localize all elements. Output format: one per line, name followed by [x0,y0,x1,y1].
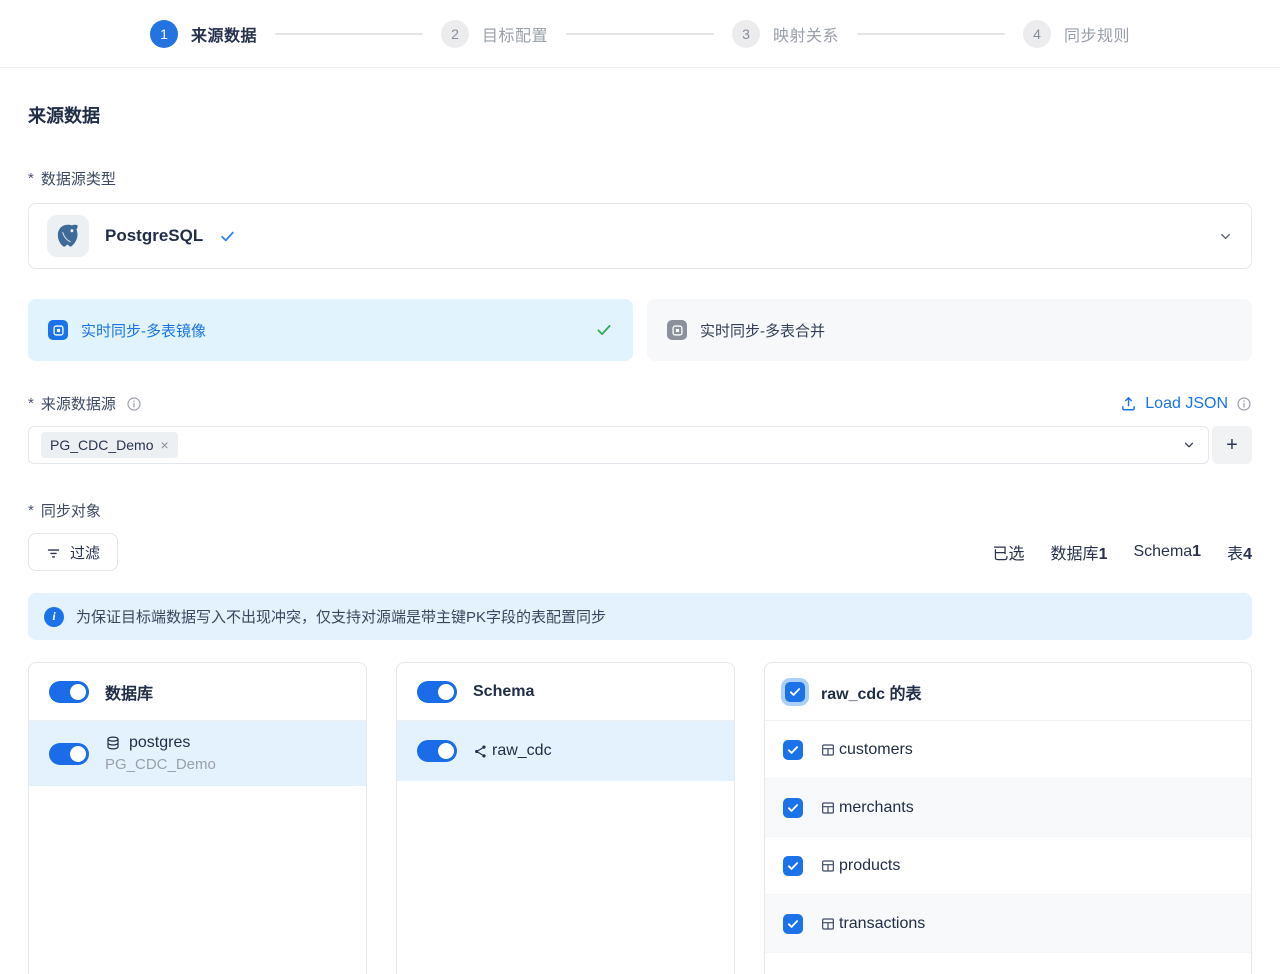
toggle-knob [438,684,454,700]
schema-row-raw-cdc[interactable]: raw_cdc [397,721,734,781]
table-checkbox[interactable] [783,914,803,934]
table-row-transactions[interactable]: transactions [765,895,1251,953]
required-mark: * [28,170,34,187]
step-number: 4 [1023,20,1051,48]
sync-mode-merge-card[interactable]: 实时同步-多表合并 [647,299,1252,361]
toggle-knob [70,684,86,700]
database-column: 数据库 postgres PG_CDC_Demo [28,662,367,974]
tables-all-checkbox[interactable] [785,682,805,702]
summary-schema-count: Schema1 [1133,543,1201,561]
database-toggle[interactable] [49,743,89,765]
required-mark: * [28,395,34,412]
load-json-button[interactable]: Load JSON [1120,395,1252,413]
merge-mode-icon [667,320,687,340]
table-icon [820,800,836,816]
step-number: 1 [150,20,178,48]
filter-button[interactable]: 过滤 [28,533,118,571]
table-name-text: merchants [839,799,914,817]
step-label: 目标配置 [482,22,548,46]
table-checkbox[interactable] [783,740,803,760]
table-name-text: transactions [839,915,925,933]
summary-prefix: 已选 [993,540,1025,564]
tag-remove-icon[interactable]: × [160,437,168,453]
sync-mode-label: 实时同步-多表合并 [700,320,825,341]
chevron-down-icon [1182,438,1196,452]
datasource-tag: PG_CDC_Demo × [41,432,178,458]
summary-table-count: 表4 [1227,540,1252,564]
step-connector [857,33,1005,35]
source-datasource-select[interactable]: PG_CDC_Demo × [28,426,1209,464]
tables-column: raw_cdc 的表 customers [764,662,1252,974]
schema-icon [473,744,488,759]
table-icon [820,858,836,874]
step-connector [566,33,714,35]
datasource-type-name: PostgreSQL [105,226,203,246]
source-datasource-label: * 来源数据源 [28,393,142,414]
step-sync-rules[interactable]: 4 同步规则 [1023,20,1130,48]
step-label: 来源数据 [191,22,257,46]
table-row-customers[interactable]: customers [765,721,1251,779]
sync-mode-cards: 实时同步-多表镜像 实时同步-多表合并 [28,299,1252,361]
add-datasource-button[interactable]: + [1212,426,1252,464]
sync-mode-label: 实时同步-多表镜像 [81,320,206,341]
page-title: 来源数据 [28,102,1252,128]
database-column-header: 数据库 [29,663,366,721]
datasource-type-select[interactable]: PostgreSQL [28,203,1252,269]
notice-text: 为保证目标端数据写入不出现冲突，仅支持对源端是带主键PK字段的表配置同步 [76,606,606,627]
database-name: postgres [129,734,190,752]
schema-all-toggle[interactable] [417,681,457,703]
table-icon [820,742,836,758]
step-mapping[interactable]: 3 映射关系 [732,20,839,48]
table-row-merchants[interactable]: merchants [765,779,1251,837]
schema-column-header: Schema [397,663,734,721]
step-label: 同步规则 [1064,22,1130,46]
tables-column-title: raw_cdc 的表 [821,680,922,704]
info-icon[interactable] [1236,396,1252,412]
summary-database-count: 数据库1 [1051,540,1108,564]
info-icon[interactable] [126,396,142,412]
table-checkbox[interactable] [783,798,803,818]
filter-label: 过滤 [70,542,100,563]
load-json-label: Load JSON [1145,395,1228,413]
step-target-config[interactable]: 2 目标配置 [441,20,548,48]
pk-requirement-notice: i 为保证目标端数据写入不出现冲突，仅支持对源端是带主键PK字段的表配置同步 [28,593,1252,640]
table-checkbox[interactable] [783,856,803,876]
selection-columns: 数据库 postgres PG_CDC_Demo Sc [28,662,1252,974]
mirror-mode-icon [48,320,68,340]
database-column-title: 数据库 [105,680,153,704]
required-mark: * [28,502,34,519]
wizard-stepper: 1 来源数据 2 目标配置 3 映射关系 4 同步规则 [0,0,1280,68]
database-all-toggle[interactable] [49,681,89,703]
step-label: 映射关系 [773,22,839,46]
toggle-knob [438,743,454,759]
schema-toggle[interactable] [417,740,457,762]
filter-icon [46,545,61,560]
step-connector [275,33,423,35]
step-source-data[interactable]: 1 来源数据 [150,20,257,48]
mode-selected-check-icon [595,321,613,339]
chevron-down-icon [1218,229,1233,244]
table-row-products[interactable]: products [765,837,1251,895]
sync-mode-mirror-card[interactable]: 实时同步-多表镜像 [28,299,633,361]
datasource-type-label: * 数据源类型 [28,168,1252,189]
schema-name: raw_cdc [492,742,552,760]
table-icon [820,916,836,932]
schema-column-title: Schema [473,683,534,701]
toggle-knob [70,746,86,762]
database-subtitle: PG_CDC_Demo [105,756,216,773]
tables-column-header: raw_cdc 的表 [765,663,1251,721]
step-number: 2 [441,20,469,48]
database-icon [105,735,121,751]
info-filled-icon: i [44,607,64,627]
sync-objects-label: * 同步对象 [28,500,1252,521]
schema-column: Schema raw_cdc [396,662,735,974]
table-name-text: customers [839,741,913,759]
upload-icon [1120,395,1137,412]
selected-summary: 已选 数据库1 Schema1 表4 [993,540,1252,564]
table-name-text: products [839,857,900,875]
postgresql-logo-icon [47,215,89,257]
database-row-postgres[interactable]: postgres PG_CDC_Demo [29,721,366,786]
step-number: 3 [732,20,760,48]
selected-check-icon [219,228,236,245]
